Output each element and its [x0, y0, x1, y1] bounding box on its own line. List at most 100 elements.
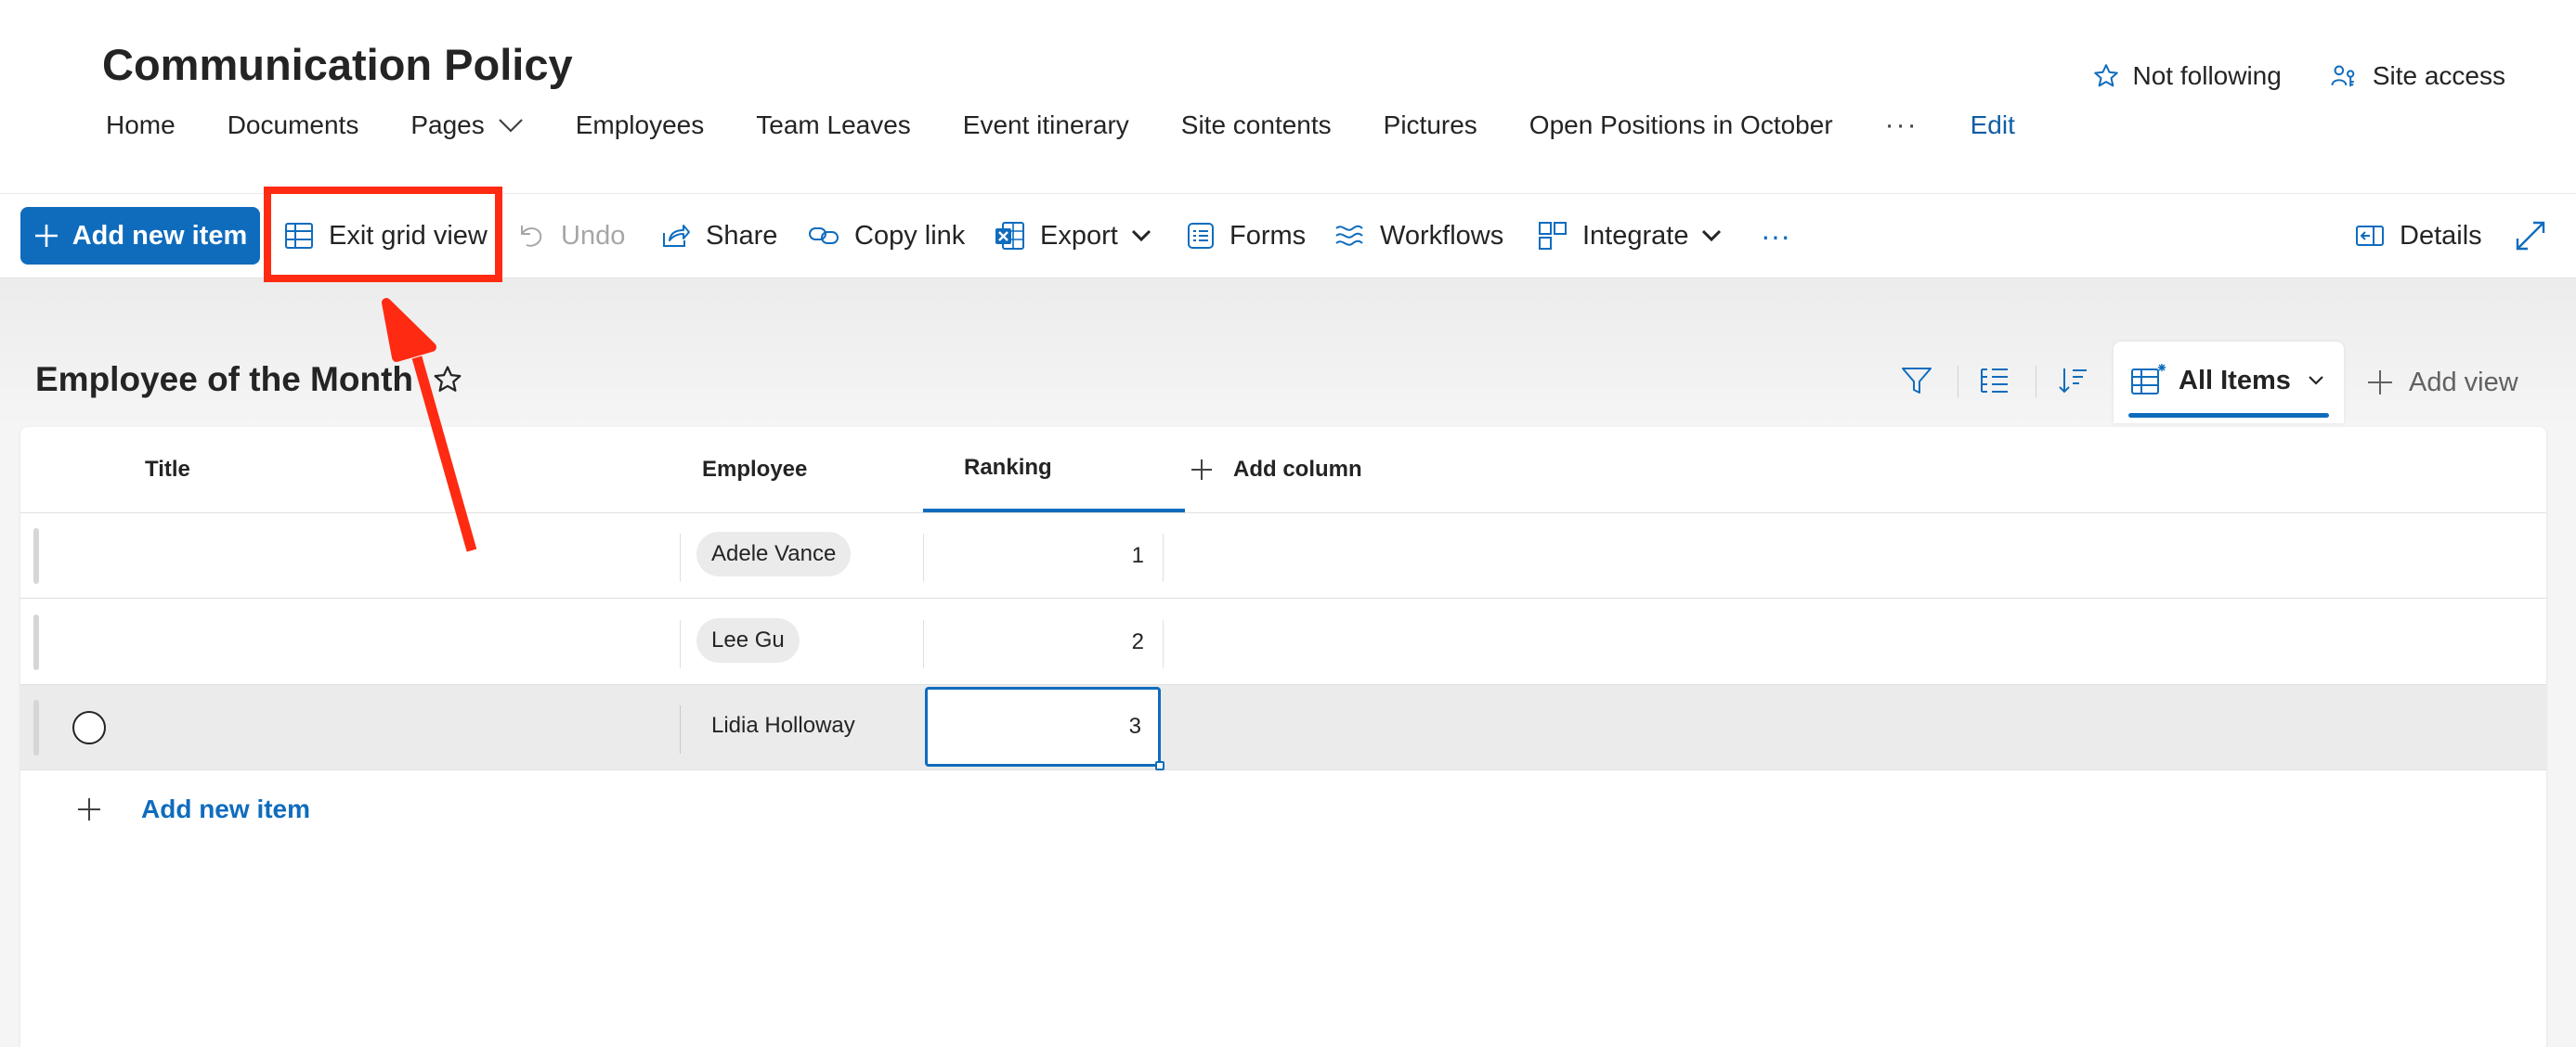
details-label: Details — [2400, 220, 2482, 251]
site-access-label: Site access — [2372, 61, 2505, 90]
export-button[interactable]: Export — [994, 207, 1151, 265]
nav-item-pages[interactable]: Pages — [394, 110, 540, 140]
undo-icon — [521, 226, 542, 247]
nav-item-label: Pictures — [1383, 110, 1477, 139]
filter-button[interactable] — [1898, 362, 1935, 399]
add-new-item-button[interactable]: Add new item — [20, 207, 260, 265]
grid-view-icon — [2131, 364, 2166, 394]
nav-item-label: Home — [106, 110, 176, 139]
copy-link-label: Copy link — [854, 220, 966, 251]
workflow-icon — [1335, 225, 1363, 246]
sort-button[interactable] — [2054, 362, 2091, 399]
exit-grid-view-button[interactable]: Exit grid view — [284, 207, 488, 265]
group-by-button[interactable] — [1976, 362, 2013, 399]
details-pane-icon — [2356, 226, 2384, 246]
cell-divider — [1163, 620, 1164, 668]
nav-item-team-leaves[interactable]: Team Leaves — [739, 110, 928, 140]
table-row[interactable]: Lee Gu 2 — [20, 600, 2546, 685]
nav-item-pictures[interactable]: Pictures — [1367, 110, 1494, 140]
site-access-button[interactable]: Site access — [2330, 61, 2505, 91]
nav-item-employees[interactable]: Employees — [559, 110, 722, 140]
chevron-down-icon — [498, 119, 523, 133]
chevron-down-icon — [2309, 376, 2323, 385]
list-grid: Title Employee Ranking Add column Adele … — [20, 427, 2546, 1047]
employee-cell[interactable]: Lee Gu — [696, 618, 800, 663]
table-row-selected[interactable]: Lidia Holloway 3 — [20, 685, 2546, 770]
cell-divider — [923, 534, 924, 582]
column-header-label: Title — [145, 457, 190, 482]
add-view-button[interactable]: Add view — [2366, 360, 2518, 405]
add-view-label: Add view — [2409, 367, 2518, 397]
column-header-title[interactable]: Title — [145, 427, 190, 512]
plus-icon — [34, 225, 58, 247]
star-favorite-icon[interactable] — [432, 364, 463, 395]
form-icon — [1188, 223, 1214, 249]
row-handle[interactable] — [33, 614, 39, 670]
nav-item-label: Documents — [227, 110, 359, 139]
add-column-label: Add column — [1233, 457, 1362, 482]
workflows-label: Workflows — [1380, 220, 1504, 251]
plus-icon — [1191, 459, 1212, 480]
inline-add-new-item-button[interactable]: Add new item — [76, 787, 310, 832]
nav-item-event-itinerary[interactable]: Event itinerary — [946, 110, 1146, 140]
row-select-checkbox[interactable] — [72, 711, 106, 744]
add-column-button[interactable]: Add column — [1190, 427, 1362, 512]
view-name: All Items — [2179, 365, 2291, 395]
list-title: Employee of the Month — [35, 360, 463, 399]
nav-edit-link[interactable]: Edit — [1954, 110, 2032, 140]
nav-item-open-positions[interactable]: Open Positions in October — [1513, 110, 1850, 140]
workflows-button[interactable]: Workflows — [1334, 207, 1503, 265]
expand-icon — [2516, 221, 2545, 251]
list-title-text[interactable]: Employee of the Month — [35, 360, 413, 399]
sort-icon — [2059, 368, 2087, 394]
site-title[interactable]: Communication Policy — [102, 39, 573, 90]
forms-label: Forms — [1229, 220, 1307, 251]
table-row[interactable]: Adele Vance 1 — [20, 513, 2546, 599]
share-label: Share — [706, 220, 778, 251]
column-header-ranking[interactable]: Ranking — [923, 427, 1185, 512]
column-header-label: Ranking — [964, 455, 1052, 480]
list-indent-icon — [1981, 368, 2008, 393]
nav-item-label: Pages — [410, 110, 485, 139]
details-button[interactable]: Details — [2355, 207, 2482, 265]
ranking-cell-focused[interactable]: 3 — [925, 687, 1164, 770]
share-button[interactable]: Share — [661, 207, 777, 265]
site-navigation: Home Documents Pages Employees Team Leav… — [89, 102, 2050, 149]
ranking-cell[interactable]: 2 — [925, 600, 1161, 685]
nav-item-documents[interactable]: Documents — [211, 110, 376, 140]
share-icon — [663, 225, 690, 247]
more-commands-button[interactable]: ··· — [1761, 207, 1790, 265]
nav-item-site-contents[interactable]: Site contents — [1164, 110, 1348, 140]
forms-button[interactable]: Forms — [1187, 207, 1306, 265]
plus-icon — [2368, 370, 2392, 394]
chevron-down-icon — [1702, 229, 1722, 242]
filter-icon — [1902, 368, 1932, 394]
nav-more-button[interactable]: ··· — [1868, 110, 1935, 141]
column-header-label: Employee — [702, 457, 808, 482]
plus-icon — [78, 798, 100, 821]
employee-cell[interactable]: Lidia Holloway — [711, 704, 855, 748]
row-handle[interactable] — [33, 528, 39, 584]
copy-link-button[interactable]: Copy link — [808, 207, 965, 265]
integrate-button[interactable]: Integrate — [1538, 207, 1722, 265]
integrate-label: Integrate — [1582, 220, 1689, 251]
follow-button[interactable]: Not following — [2092, 61, 2282, 91]
cell-divider — [680, 620, 681, 668]
view-selector[interactable]: All Items — [2128, 358, 2337, 403]
undo-label: Undo — [561, 220, 626, 251]
excel-icon — [995, 222, 1024, 250]
employee-cell[interactable]: Adele Vance — [696, 532, 852, 576]
integrate-icon — [1539, 222, 1567, 250]
expand-button[interactable] — [2515, 207, 2561, 265]
active-view-indicator — [2128, 413, 2329, 418]
cell-divider — [923, 620, 924, 668]
ranking-cell[interactable]: 1 — [925, 513, 1161, 599]
undo-button[interactable]: Undo — [518, 207, 625, 265]
fill-handle[interactable] — [1155, 761, 1164, 770]
command-bar: Add new item Exit grid view Undo Share C… — [0, 193, 2576, 278]
ranking-value: 3 — [1128, 714, 1141, 739]
row-handle[interactable] — [33, 700, 39, 756]
view-selector-tab[interactable]: All Items — [2114, 342, 2344, 423]
column-header-employee[interactable]: Employee — [702, 427, 807, 512]
nav-item-home[interactable]: Home — [89, 110, 192, 140]
